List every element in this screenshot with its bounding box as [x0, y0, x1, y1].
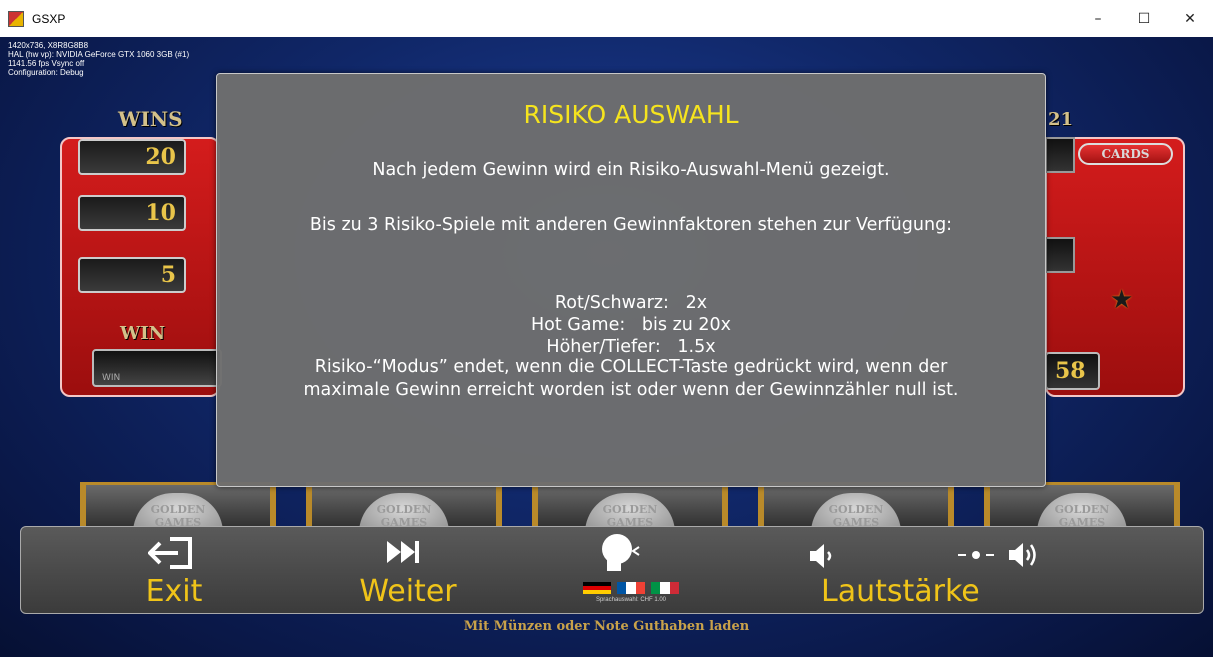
- reel: GOLDEN GAMES: [758, 482, 954, 533]
- debug-line: HAL (hw vp): NVIDIA GeForce GTX 1060 3GB…: [8, 50, 190, 59]
- wins-label: WINS: [118, 107, 183, 131]
- flag-de-icon[interactable]: [583, 582, 611, 594]
- reel: GOLDEN GAMES: [532, 482, 728, 533]
- reel-strip: GOLDEN GAMES GOLDEN GAMES GOLDEN GAMES G…: [80, 482, 1180, 533]
- window-controls: – ☐ ✕: [1075, 0, 1213, 37]
- game-area: 1420x736, X8R8G8B8 HAL (hw vp): NVIDIA G…: [0, 37, 1213, 657]
- bottom-control-bar: Exit Weiter Sprachauswahl: CHF 1.00 Laut…: [20, 526, 1204, 614]
- debug-line: 1420x736, X8R8G8B8: [8, 41, 89, 50]
- risk-info-dialog: RISIKO AUSWAHL Nach jedem Gewinn wird ei…: [216, 73, 1046, 487]
- dialog-text: Bis zu 3 Risiko-Spiele mit anderen Gewin…: [309, 215, 953, 235]
- stake-box: 5: [78, 257, 186, 293]
- right-number-display: 58: [1045, 352, 1100, 390]
- language-flags: [583, 582, 679, 594]
- debug-overlay: 1420x736, X8R8G8B8 HAL (hw vp): NVIDIA G…: [8, 41, 189, 77]
- language-speaker-icon[interactable]: [589, 531, 659, 573]
- dialog-note: Risiko-“Modus” endet, wenn die COLLECT-T…: [314, 357, 948, 377]
- language-caption: Sprachauswahl: CHF 1.00: [595, 597, 667, 603]
- exit-label: Exit: [145, 574, 203, 609]
- reel: GOLDEN GAMES: [306, 482, 502, 533]
- window-title: GSXP: [32, 11, 66, 26]
- minimize-button[interactable]: –: [1075, 0, 1121, 37]
- exit-icon: [148, 537, 192, 569]
- maximize-button[interactable]: ☐: [1121, 0, 1167, 37]
- right-box: [1045, 137, 1075, 173]
- reel: GOLDEN GAMES: [984, 482, 1180, 533]
- stake-box: 20: [78, 139, 186, 175]
- dialog-note: maximale Gewinn erreicht worden ist oder…: [303, 380, 959, 400]
- credit-hint: Mit Münzen oder Note Guthaben laden: [463, 619, 750, 634]
- risk-option: Hot Game: bis zu 20x: [530, 315, 732, 335]
- close-button[interactable]: ✕: [1167, 0, 1213, 37]
- win-label: WIN: [120, 323, 166, 344]
- volume-slider[interactable]: [956, 549, 996, 561]
- app-icon: [8, 10, 24, 27]
- next-label: Weiter: [359, 574, 457, 609]
- star-icon: ★: [1110, 285, 1134, 315]
- exit-button[interactable]: Exit: [129, 527, 219, 613]
- right-top-number: 21: [1048, 109, 1074, 130]
- risk-option: Rot/Schwarz: 2x: [554, 293, 708, 313]
- win-field-label: WIN: [102, 373, 121, 383]
- win-display: WIN: [92, 349, 222, 387]
- dialog-title: RISIKO AUSWAHL: [523, 100, 739, 129]
- flag-it-icon[interactable]: [651, 582, 679, 594]
- risk-options-list: Rot/Schwarz: 2x Hot Game: bis zu 20x Höh…: [217, 292, 1045, 358]
- dialog-text: Nach jedem Gewinn wird ein Risiko-Auswah…: [372, 160, 890, 180]
- volume-up-icon[interactable]: [1006, 539, 1040, 571]
- risk-option: Höher/Tiefer: 1.5x: [546, 337, 716, 357]
- flag-fr-icon[interactable]: [617, 582, 645, 594]
- window-titlebar: GSXP – ☐ ✕: [0, 0, 1213, 37]
- fast-forward-icon: [387, 541, 419, 563]
- right-box: [1045, 237, 1075, 273]
- volume-label: Lautstärke: [821, 574, 980, 609]
- cards-badge: CARDS: [1078, 143, 1173, 165]
- volume-down-icon[interactable]: [806, 541, 836, 571]
- next-button[interactable]: Weiter: [343, 527, 473, 613]
- debug-line: Configuration: Debug: [8, 68, 84, 77]
- reel: GOLDEN GAMES: [80, 482, 276, 533]
- debug-line: 1141.56 fps Vsync off: [8, 59, 85, 68]
- stake-box: 10: [78, 195, 186, 231]
